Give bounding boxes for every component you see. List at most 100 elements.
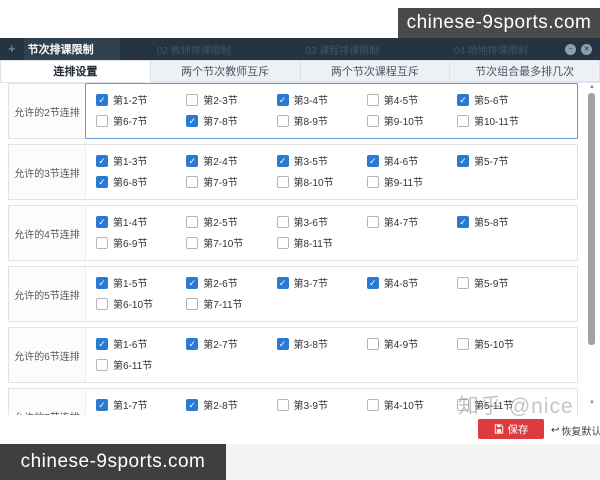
restore-default-button[interactable]: ↩ 恢复默认 (551, 423, 600, 438)
tab-4[interactable]: 节次组合最多排几次 (450, 60, 600, 82)
period-option[interactable]: ✓第3-5节 (277, 150, 367, 171)
checkbox-unchecked-icon[interactable]: ✓ (367, 399, 379, 411)
period-option[interactable]: ✓第6-11节 (96, 354, 186, 375)
checkbox-checked-icon[interactable]: ✓ (457, 94, 469, 106)
period-option[interactable]: ✓第6-9节 (96, 232, 186, 253)
checkbox-unchecked-icon[interactable]: ✓ (367, 216, 379, 228)
checkbox-unchecked-icon[interactable]: ✓ (457, 338, 469, 350)
checkbox-checked-icon[interactable]: ✓ (186, 277, 198, 289)
period-option[interactable]: ✓第3-6节 (277, 211, 367, 232)
scrollbar-thumb[interactable] (588, 93, 595, 345)
period-option[interactable]: ✓第2-6节 (186, 272, 276, 293)
period-option[interactable]: ✓第4-9节 (367, 333, 457, 354)
checkbox-unchecked-icon[interactable]: ✓ (367, 338, 379, 350)
checkbox-checked-icon[interactable]: ✓ (96, 338, 108, 350)
checkbox-checked-icon[interactable]: ✓ (96, 399, 108, 411)
period-option[interactable]: ✓第2-4节 (186, 150, 276, 171)
checkbox-checked-icon[interactable]: ✓ (186, 115, 198, 127)
tab-3[interactable]: 两个节次课程互斥 (301, 60, 451, 82)
period-option[interactable]: ✓第4-8节 (367, 272, 457, 293)
period-option[interactable]: ✓第4-5节 (367, 89, 457, 110)
checkbox-checked-icon[interactable]: ✓ (457, 216, 469, 228)
checkbox-unchecked-icon[interactable]: ✓ (186, 216, 198, 228)
scrollbar[interactable]: ▲ ▼ (587, 84, 597, 412)
period-option[interactable]: ✓第5-6节 (457, 89, 547, 110)
checkbox-unchecked-icon[interactable]: ✓ (96, 359, 108, 371)
checkbox-unchecked-icon[interactable]: ✓ (367, 176, 379, 188)
period-option[interactable]: ✓第8-9节 (277, 110, 367, 131)
checkbox-unchecked-icon[interactable]: ✓ (367, 94, 379, 106)
checkbox-unchecked-icon[interactable]: ✓ (96, 298, 108, 310)
checkbox-unchecked-icon[interactable]: ✓ (277, 176, 289, 188)
checkbox-checked-icon[interactable]: ✓ (277, 338, 289, 350)
checkbox-checked-icon[interactable]: ✓ (186, 338, 198, 350)
checkbox-unchecked-icon[interactable]: ✓ (186, 94, 198, 106)
checkbox-unchecked-icon[interactable]: ✓ (277, 115, 289, 127)
period-option[interactable]: ✓第5-8节 (457, 211, 547, 232)
period-option[interactable]: ✓第2-7节 (186, 333, 276, 354)
checkbox-checked-icon[interactable]: ✓ (277, 155, 289, 167)
tab-1[interactable]: 连排设置 (0, 60, 151, 82)
checkbox-unchecked-icon[interactable]: ✓ (277, 399, 289, 411)
checkbox-unchecked-icon[interactable]: ✓ (457, 277, 469, 289)
checkbox-unchecked-icon[interactable]: ✓ (96, 115, 108, 127)
period-option[interactable]: ✓第5-9节 (457, 272, 547, 293)
period-option[interactable]: ✓第3-7节 (277, 272, 367, 293)
close-icon[interactable]: ✕ (581, 44, 592, 55)
minimize-icon[interactable]: − (565, 44, 576, 55)
checkbox-checked-icon[interactable]: ✓ (367, 155, 379, 167)
period-option[interactable]: ✓第10-11节 (457, 110, 547, 131)
checkbox-unchecked-icon[interactable]: ✓ (457, 115, 469, 127)
period-option[interactable]: ✓第7-10节 (186, 232, 276, 253)
scrollbar-down-icon[interactable]: ▼ (587, 400, 597, 406)
period-option[interactable]: ✓第7-11节 (186, 293, 276, 314)
checkbox-checked-icon[interactable]: ✓ (367, 277, 379, 289)
period-option[interactable]: ✓第2-3节 (186, 89, 276, 110)
period-option[interactable]: ✓第8-10节 (277, 171, 367, 192)
period-option[interactable]: ✓第8-11节 (277, 232, 367, 253)
checkbox-checked-icon[interactable]: ✓ (186, 399, 198, 411)
tab-2[interactable]: 两个节次教师互斥 (151, 60, 301, 82)
period-option[interactable]: ✓第6-10节 (96, 293, 186, 314)
checkbox-unchecked-icon[interactable]: ✓ (96, 237, 108, 249)
period-option[interactable]: ✓第2-5节 (186, 211, 276, 232)
checkbox-unchecked-icon[interactable]: ✓ (277, 237, 289, 249)
period-option[interactable]: ✓第6-7节 (96, 110, 186, 131)
period-option[interactable]: ✓第1-2节 (96, 89, 186, 110)
scrollbar-up-icon[interactable]: ▲ (587, 84, 597, 90)
period-option[interactable]: ✓第1-3节 (96, 150, 186, 171)
checkbox-checked-icon[interactable]: ✓ (277, 94, 289, 106)
checkbox-checked-icon[interactable]: ✓ (96, 176, 108, 188)
period-option[interactable]: ✓第2-8节 (186, 394, 276, 415)
checkbox-checked-icon[interactable]: ✓ (277, 277, 289, 289)
period-option[interactable]: ✓第1-5节 (96, 272, 186, 293)
save-button[interactable]: 保存 (478, 419, 544, 439)
period-option[interactable]: ✓第5-10节 (457, 333, 547, 354)
period-option[interactable]: ✓第4-10节 (367, 394, 457, 415)
period-option[interactable]: ✓第7-8节 (186, 110, 276, 131)
period-option[interactable]: ✓第1-4节 (96, 211, 186, 232)
checkbox-unchecked-icon[interactable]: ✓ (186, 176, 198, 188)
checkbox-checked-icon[interactable]: ✓ (96, 94, 108, 106)
checkbox-checked-icon[interactable]: ✓ (96, 216, 108, 228)
checkbox-unchecked-icon[interactable]: ✓ (367, 115, 379, 127)
period-option[interactable]: ✓第1-7节 (96, 394, 186, 415)
period-option[interactable]: ✓第7-9节 (186, 171, 276, 192)
period-option[interactable]: ✓第3-4节 (277, 89, 367, 110)
checkbox-unchecked-icon[interactable]: ✓ (186, 298, 198, 310)
checkbox-checked-icon[interactable]: ✓ (186, 155, 198, 167)
checkbox-unchecked-icon[interactable]: ✓ (277, 216, 289, 228)
window-title-tab[interactable]: 节次排课限制 (24, 38, 120, 60)
checkbox-checked-icon[interactable]: ✓ (96, 155, 108, 167)
period-option[interactable]: ✓第5-7节 (457, 150, 547, 171)
period-option[interactable]: ✓第4-6节 (367, 150, 457, 171)
checkbox-unchecked-icon[interactable]: ✓ (186, 237, 198, 249)
checkbox-checked-icon[interactable]: ✓ (96, 277, 108, 289)
period-option[interactable]: ✓第6-8节 (96, 171, 186, 192)
period-option[interactable]: ✓第1-6节 (96, 333, 186, 354)
period-option[interactable]: ✓第3-8节 (277, 333, 367, 354)
period-option[interactable]: ✓第4-7节 (367, 211, 457, 232)
period-option[interactable]: ✓第9-11节 (367, 171, 457, 192)
period-option[interactable]: ✓第9-10节 (367, 110, 457, 131)
period-option[interactable]: ✓第3-9节 (277, 394, 367, 415)
